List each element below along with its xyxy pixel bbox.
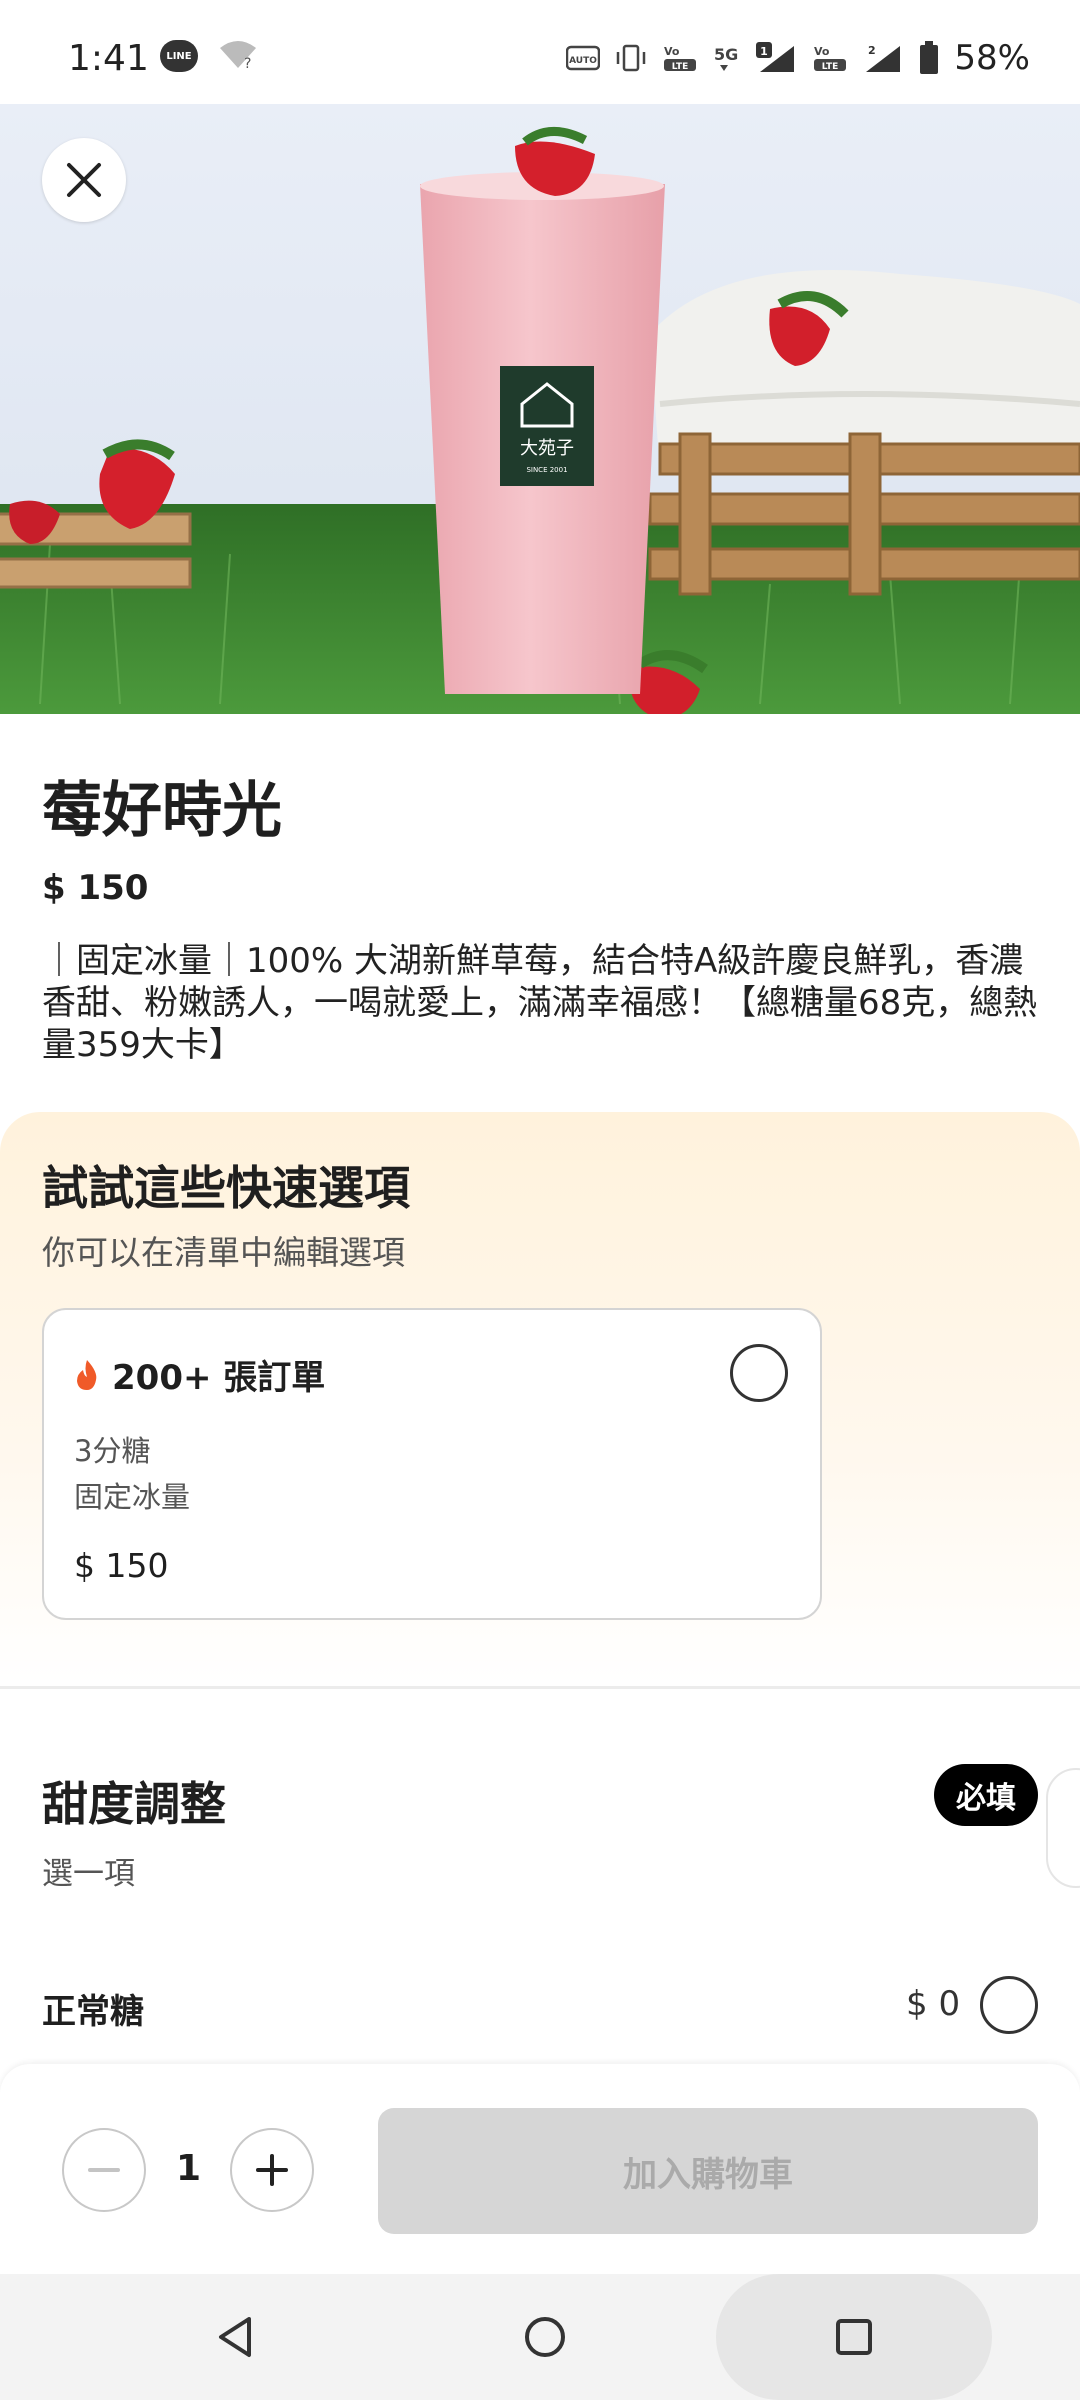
vibrate-icon	[614, 43, 648, 73]
quick-option-price: $ 150	[74, 1546, 169, 1585]
battery-icon	[918, 41, 940, 74]
line-app-icon: LINE	[160, 40, 198, 72]
svg-text:2: 2	[868, 44, 876, 57]
battery-percent: 58%	[954, 38, 1030, 78]
nav-home-button[interactable]	[480, 2274, 610, 2400]
add-to-cart-button[interactable]: 加入購物車	[378, 2108, 1038, 2234]
required-badge: 必填	[934, 1764, 1038, 1826]
system-nav-bar	[0, 2274, 1080, 2400]
section-divider	[0, 1686, 1080, 1689]
svg-text:大苑子: 大苑子	[520, 438, 574, 459]
scroll-edge-indicator	[1046, 1768, 1080, 1888]
quick-option-ice: 固定冰量	[74, 1480, 191, 1514]
volte-icon-2: Vo LTE	[812, 43, 848, 73]
svg-text:SINCE 2001: SINCE 2001	[526, 466, 567, 474]
flame-icon	[77, 1359, 97, 1390]
nav-back-button[interactable]	[170, 2274, 300, 2400]
close-icon	[67, 163, 101, 197]
svg-text:Vo: Vo	[814, 45, 830, 58]
back-triangle-icon	[219, 2317, 251, 2357]
nav-recents-button[interactable]	[716, 2274, 992, 2400]
quick-options-section: 試試這些快速選項 你可以在清單中編輯選項 200+ 張訂單 3分糖 固定冰量 $…	[0, 1112, 1080, 1684]
sweetness-option-label: 正常糖	[42, 1992, 144, 2032]
quick-option-radio[interactable]	[730, 1344, 788, 1402]
plus-icon	[256, 2154, 288, 2186]
5g-network-icon: 5G	[712, 43, 742, 73]
status-time: 1:41	[68, 38, 149, 79]
quick-option-sugar: 3分糖	[74, 1434, 151, 1468]
signal-sim2-icon: 2	[862, 43, 904, 73]
signal-sim1-icon: 1	[756, 42, 798, 73]
svg-text:Vo: Vo	[664, 45, 680, 58]
minus-icon	[88, 2168, 120, 2172]
order-count-label: 200+ 張訂單	[112, 1358, 326, 1398]
add-to-cart-bar: 1 加入購物車	[0, 2064, 1080, 2274]
svg-text:LTE: LTE	[822, 62, 839, 72]
close-button[interactable]	[42, 138, 126, 222]
status-bar: 1:41 LINE ? AUTO Vo LTE 5G 1 Vo LTE 2 58…	[0, 0, 1080, 104]
svg-text:1: 1	[761, 45, 769, 58]
decrease-quantity-button[interactable]	[62, 2128, 146, 2212]
sweetness-title: 甜度調整	[42, 1777, 226, 1831]
quick-options-subtitle: 你可以在清單中編輯選項	[42, 1233, 405, 1272]
wifi-question-icon: ?	[218, 38, 258, 74]
svg-text:?: ?	[244, 56, 251, 70]
status-right-icons: AUTO Vo LTE 5G 1 Vo LTE 2 58%	[566, 38, 1030, 78]
svg-text:AUTO: AUTO	[570, 56, 598, 66]
status-left-icons: LINE ?	[160, 38, 258, 74]
product-image: 大苑子 SINCE 2001	[0, 104, 1080, 714]
auto-refresh-icon: AUTO	[566, 43, 601, 73]
recents-square-icon	[836, 2319, 872, 2355]
quantity-value: 1	[176, 2148, 202, 2189]
quick-options-title: 試試這些快速選項	[42, 1161, 410, 1215]
quick-option-card[interactable]: 200+ 張訂單 3分糖 固定冰量 $ 150	[42, 1308, 822, 1620]
svg-text:LTE: LTE	[672, 62, 689, 72]
sweetness-option-price: $ 0	[906, 1984, 961, 2024]
home-circle-icon	[525, 2317, 565, 2357]
sweetness-subtitle: 選一項	[42, 1856, 135, 1892]
increase-quantity-button[interactable]	[230, 2128, 314, 2212]
quick-option-card-header: 200+ 張訂單	[74, 1350, 325, 1399]
product-description: ｜固定冰量｜100% 大湖新鮮草莓，結合特A級許慶良鮮乳，香濃香甜、粉嫩誘人，一…	[42, 941, 1038, 1065]
product-title: 莓好時光	[42, 776, 282, 846]
volte-icon: Vo LTE	[662, 43, 698, 73]
svg-text:5G: 5G	[714, 45, 738, 64]
product-price: $ 150	[42, 868, 149, 908]
sweetness-option-radio[interactable]	[980, 1976, 1038, 2034]
